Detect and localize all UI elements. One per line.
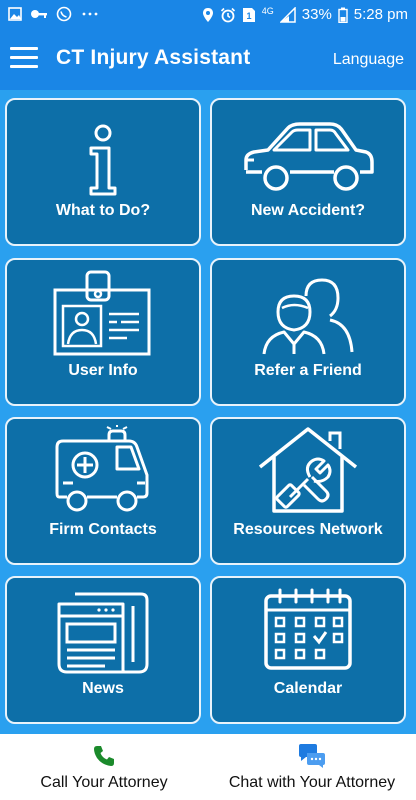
tile-label: Firm Contacts <box>49 521 157 538</box>
tile-label: Resources Network <box>233 521 383 538</box>
car-icon <box>244 122 374 191</box>
tile-label: Refer a Friend <box>254 362 362 379</box>
chat-attorney-label: Chat with Your Attorney <box>228 774 396 791</box>
status-bar: 1 4G 33% 5:28 pm <box>0 0 416 30</box>
battery-icon <box>338 7 348 23</box>
ambulance-icon <box>55 425 149 512</box>
app-bar: CT Injury Assistant Language <box>0 30 416 90</box>
people-icon <box>262 278 354 355</box>
signal-icon <box>279 6 296 23</box>
whatsapp-icon <box>56 6 72 22</box>
menu-grid: What to Do? New Accident? User Info Refe… <box>0 90 416 734</box>
image-icon <box>8 7 22 21</box>
chat-bubbles-icon <box>299 744 325 768</box>
tile-label: Calendar <box>273 680 343 697</box>
tile-new-accident[interactable]: New Accident? <box>210 98 406 246</box>
info-icon <box>89 124 117 196</box>
tile-label: New Accident? <box>250 202 366 219</box>
key-icon <box>31 10 47 18</box>
hamburger-menu-icon[interactable] <box>10 47 38 73</box>
tile-firm-contacts[interactable]: Firm Contacts <box>5 417 201 565</box>
bottom-bar: Call Your Attorney Chat with Your Attorn… <box>0 734 416 800</box>
tile-user-info[interactable]: User Info <box>5 258 201 406</box>
clock: 5:28 pm <box>353 6 408 23</box>
calendar-icon <box>264 588 352 670</box>
tile-refer-a-friend[interactable]: Refer a Friend <box>210 258 406 406</box>
tile-calendar[interactable]: Calendar <box>210 576 406 724</box>
id-card-icon <box>53 270 151 356</box>
more-dots-icon <box>82 12 98 16</box>
svg-text:1: 1 <box>246 11 251 21</box>
language-button[interactable]: Language <box>333 51 404 69</box>
call-attorney-button[interactable]: Call Your Attorney <box>0 734 208 800</box>
tile-label: User Info <box>68 362 138 379</box>
network-type: 4G <box>261 6 274 16</box>
phone-icon <box>94 746 114 766</box>
newspaper-icon <box>57 592 149 674</box>
call-attorney-label: Call Your Attorney <box>40 774 168 791</box>
app-title: CT Injury Assistant <box>56 46 251 69</box>
tile-what-to-do[interactable]: What to Do? <box>5 98 201 246</box>
location-icon <box>202 7 213 22</box>
sim-icon: 1 <box>242 7 255 22</box>
house-tools-icon <box>258 427 358 513</box>
alarm-icon <box>220 7 235 22</box>
tile-label: What to Do? <box>55 202 151 219</box>
battery-percent: 33% <box>301 6 332 23</box>
tile-news[interactable]: News <box>5 576 201 724</box>
chat-attorney-button[interactable]: Chat with Your Attorney <box>208 734 416 800</box>
tile-resources-network[interactable]: Resources Network <box>210 417 406 565</box>
tile-label: News <box>82 680 124 697</box>
